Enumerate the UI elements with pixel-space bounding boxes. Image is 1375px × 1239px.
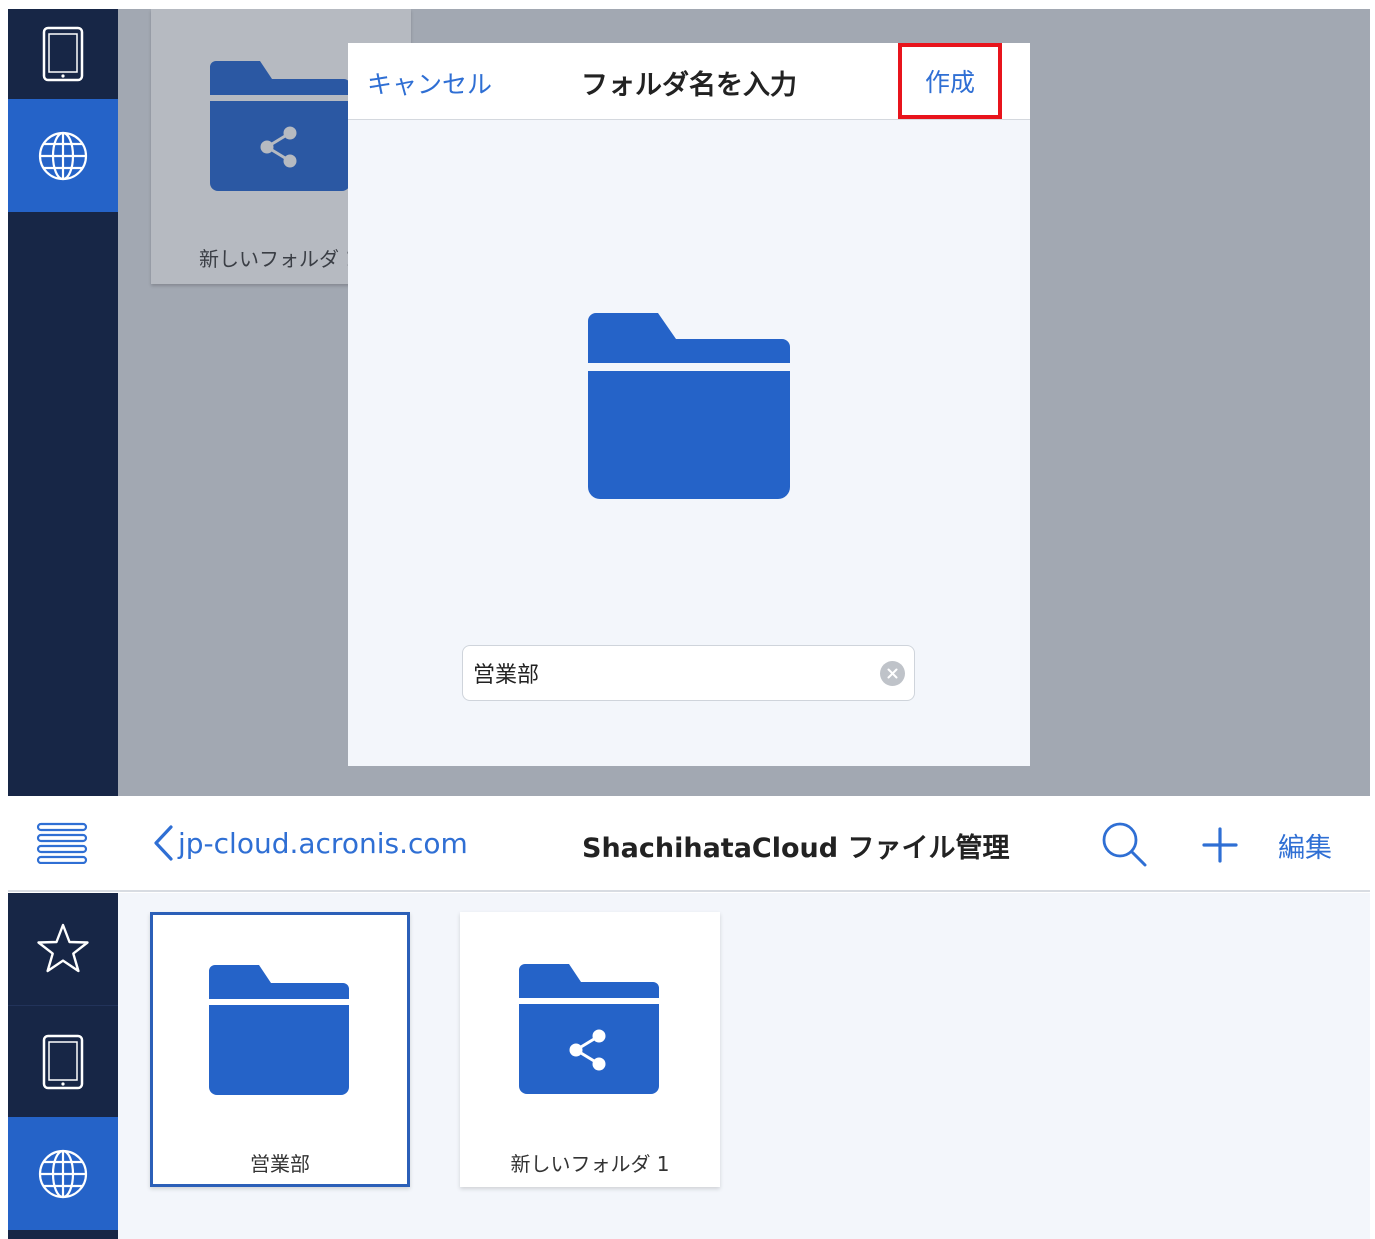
folder-name-input[interactable] [473, 646, 868, 700]
folder-icon [209, 965, 349, 1095]
page-title: ShachihataCloud ファイル管理 [582, 833, 1010, 864]
menu-icon[interactable] [34, 822, 90, 864]
back-button[interactable]: jp-cloud.acronis.com [152, 824, 468, 862]
folder-name-field[interactable] [462, 645, 915, 701]
folder-card-new[interactable]: 新しいフォルダ 1 [460, 912, 720, 1187]
sidebar-item-device[interactable] [8, 9, 118, 99]
sidebar-item-favorites[interactable] [8, 893, 118, 1005]
clear-icon [887, 668, 898, 679]
back-button-label: jp-cloud.acronis.com [178, 826, 468, 860]
chevron-left-icon [154, 825, 173, 861]
background-sidebar [8, 9, 118, 796]
globe-icon [38, 1149, 88, 1198]
create-button[interactable]: 作成 [898, 43, 1002, 119]
plus-icon[interactable] [1201, 826, 1239, 864]
clear-text-button[interactable] [880, 661, 905, 686]
folder-card-label: 営業部 [250, 1152, 310, 1176]
globe-icon [38, 131, 88, 180]
new-folder-dialog: キャンセル フォルダ名を入力 作成 [348, 43, 1030, 766]
shared-folder-icon [210, 61, 350, 191]
dialog-header: キャンセル フォルダ名を入力 作成 [348, 43, 1030, 120]
sidebar-item-cloud[interactable] [8, 1117, 118, 1230]
star-icon [37, 923, 89, 973]
sidebar-item-device[interactable] [8, 1005, 118, 1117]
sidebar [8, 893, 118, 1239]
navigation-bar: jp-cloud.acronis.com ShachihataCloud ファイ… [8, 796, 1370, 892]
search-icon[interactable] [1100, 820, 1148, 868]
create-button-label: 作成 [924, 68, 975, 97]
sidebar-item-cloud[interactable] [8, 99, 118, 212]
file-browser: 営業部 新しいフォルダ 1 [8, 893, 1370, 1239]
edit-button[interactable]: 編集 [1278, 826, 1332, 865]
folder-icon [588, 313, 790, 499]
background-card-label: 新しいフォルダ 1 [199, 247, 359, 271]
tablet-icon [42, 1034, 84, 1089]
shared-folder-icon [519, 964, 659, 1094]
tablet-icon [42, 26, 84, 82]
dialog-screenshot: 新しいフォルダ 1 キャンセル フォルダ名を入力 作成 [8, 9, 1370, 796]
folder-card-sales[interactable]: 営業部 [150, 912, 410, 1187]
folder-card-label: 新しいフォルダ 1 [510, 1152, 670, 1176]
